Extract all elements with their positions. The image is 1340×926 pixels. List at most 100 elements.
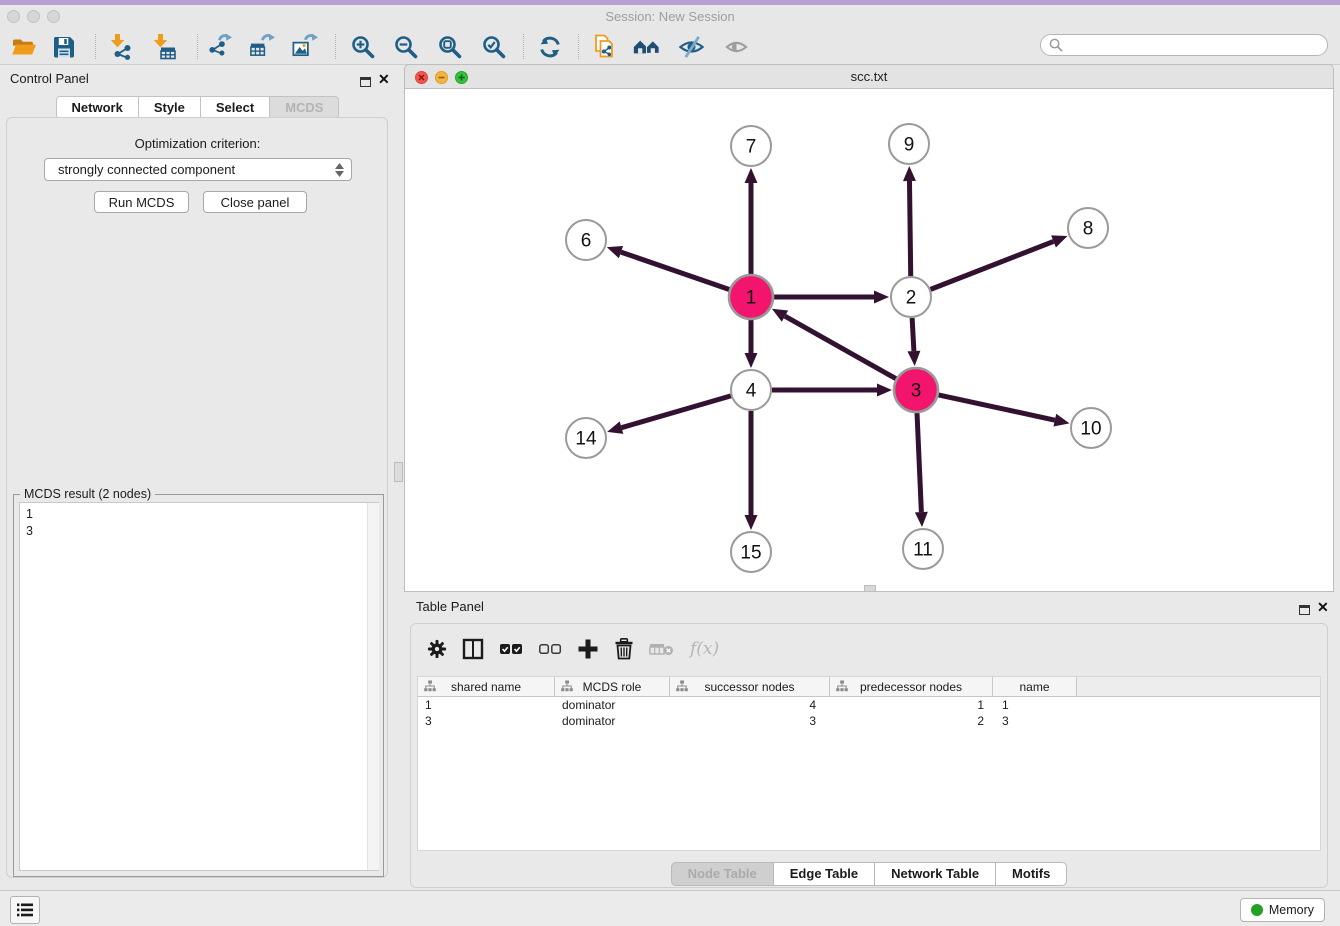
node-table[interactable]: shared name MCDS role successor nodesprede… [417, 676, 1321, 851]
tab-network-table[interactable]: Network Table [875, 862, 996, 886]
save-session-icon[interactable] [50, 33, 77, 60]
toolbar-separator [335, 34, 336, 59]
svg-text:3: 3 [911, 381, 922, 402]
svg-text:7: 7 [746, 137, 757, 158]
graph-node-9[interactable]: 9 [889, 124, 929, 164]
close-panel-button[interactable]: Close panel [203, 191, 307, 213]
select-all-columns-icon[interactable] [499, 642, 523, 656]
delete-row-icon[interactable] [614, 638, 634, 660]
column-header-mcds-role[interactable]: MCDS role [555, 677, 670, 696]
svg-text:10: 10 [1080, 419, 1101, 440]
control-panel-float-icon[interactable] [360, 74, 371, 92]
edge-3-10[interactable] [938, 395, 1054, 420]
control-panel-close-icon[interactable]: ✕ [378, 73, 390, 85]
column-header-label: MCDS role [583, 680, 642, 694]
hierarchy-icon [561, 680, 573, 695]
column-header-label: name [1019, 680, 1049, 694]
column-header-predecessor-nodes[interactable]: predecessor nodes [830, 677, 993, 696]
export-network-icon[interactable] [206, 33, 233, 60]
toolbar-separator [95, 34, 96, 59]
refresh-view-icon[interactable] [536, 33, 563, 60]
first-neighbors-icon[interactable] [633, 33, 660, 60]
svg-text:9: 9 [904, 135, 915, 156]
network-close-button[interactable] [415, 71, 428, 84]
cell-shared-name: 3 [418, 713, 555, 729]
zoom-selected-icon[interactable] [480, 33, 507, 60]
tab-node-table[interactable]: Node Table [671, 862, 774, 886]
add-row-icon[interactable] [577, 638, 599, 660]
table-options-gear-icon[interactable] [427, 639, 447, 659]
edge-3-1[interactable] [785, 316, 896, 379]
column-header-shared-name[interactable]: shared name [418, 677, 555, 696]
memory-status-icon [1251, 904, 1263, 916]
column-layout-icon[interactable] [462, 638, 484, 660]
table-row[interactable]: 3dominator323 [418, 713, 1320, 729]
network-graph[interactable]: 1 2 3 4 6 7 8 9 10 11 14 15 [405, 89, 1333, 590]
tab-motifs[interactable]: Motifs [996, 862, 1067, 886]
mcds-result-scrollbar[interactable] [367, 503, 379, 870]
graph-node-7[interactable]: 7 [731, 126, 771, 166]
tab-select[interactable]: Select [201, 96, 270, 119]
table-panel-close-icon[interactable]: ✕ [1317, 601, 1329, 613]
import-network-icon[interactable] [108, 33, 135, 60]
zoom-in-icon[interactable] [349, 33, 376, 60]
window-close-button[interactable] [7, 10, 20, 23]
graph-node-10[interactable]: 10 [1071, 408, 1111, 448]
tab-style[interactable]: Style [139, 96, 201, 119]
open-session-icon[interactable] [10, 33, 37, 60]
window-zoom-button[interactable] [47, 10, 60, 23]
clone-network-icon[interactable] [592, 33, 619, 60]
search-box[interactable] [1040, 34, 1328, 56]
export-image-icon[interactable] [291, 33, 318, 60]
edge-2-3[interactable] [912, 318, 914, 351]
graph-node-6[interactable]: 6 [566, 220, 606, 260]
window-minimize-button[interactable] [27, 10, 40, 23]
column-header-successor-nodes[interactable]: successor nodes [670, 677, 830, 696]
network-canvas[interactable]: 1 2 3 4 6 7 8 9 10 11 14 15 [404, 89, 1334, 592]
toolbar-separator [578, 34, 579, 59]
edge-1-6[interactable] [621, 252, 729, 289]
export-table-icon[interactable] [248, 33, 275, 60]
network-zoom-button[interactable] [455, 71, 468, 84]
edge-3-11[interactable] [917, 413, 921, 512]
network-minimize-button[interactable] [435, 71, 448, 84]
graph-node-11[interactable]: 11 [903, 529, 943, 569]
optimization-criterion-label: Optimization criterion: [0, 136, 395, 151]
horizontal-splitter-handle[interactable] [864, 585, 876, 592]
graph-node-1[interactable]: 1 [729, 275, 773, 319]
graph-node-14[interactable]: 14 [566, 418, 606, 458]
table-row[interactable]: 1dominator411 [418, 697, 1320, 713]
network-view-titlebar: scc.txt [404, 64, 1334, 89]
tab-edge-table[interactable]: Edge Table [774, 862, 875, 886]
graph-node-3[interactable]: 3 [894, 368, 938, 412]
memory-button[interactable]: Memory [1240, 898, 1325, 922]
zoom-out-icon[interactable] [392, 33, 419, 60]
hierarchy-icon [424, 680, 436, 695]
vertical-splitter-handle[interactable] [394, 462, 403, 482]
graph-node-8[interactable]: 8 [1068, 208, 1108, 248]
hide-selected-icon[interactable] [678, 33, 705, 60]
zoom-fit-icon[interactable] [436, 33, 463, 60]
svg-text:6: 6 [581, 231, 592, 252]
unselect-all-columns-icon[interactable] [538, 642, 562, 656]
search-input[interactable] [1068, 37, 1319, 53]
tab-mcds[interactable]: MCDS [270, 96, 339, 119]
edge-2-8[interactable] [931, 241, 1054, 289]
show-all-icon[interactable] [723, 33, 750, 60]
edge-4-14[interactable] [622, 396, 731, 428]
task-history-button[interactable] [10, 896, 40, 924]
graph-node-2[interactable]: 2 [891, 277, 931, 317]
graph-node-4[interactable]: 4 [731, 370, 771, 410]
import-table-icon[interactable] [151, 33, 178, 60]
graph-node-15[interactable]: 15 [731, 532, 771, 572]
table-panel-float-icon[interactable] [1299, 602, 1310, 620]
mcds-result-textarea[interactable]: 1 3 [19, 502, 379, 871]
run-mcds-button[interactable]: Run MCDS [94, 191, 189, 213]
search-icon [1049, 38, 1063, 52]
cell-mcds-role: dominator [555, 713, 670, 729]
criterion-dropdown[interactable]: strongly connected component [44, 158, 352, 181]
svg-text:14: 14 [575, 429, 597, 450]
edge-2-9[interactable] [909, 181, 910, 276]
tab-network[interactable]: Network [56, 96, 139, 119]
column-header-name[interactable]: name [993, 677, 1077, 696]
